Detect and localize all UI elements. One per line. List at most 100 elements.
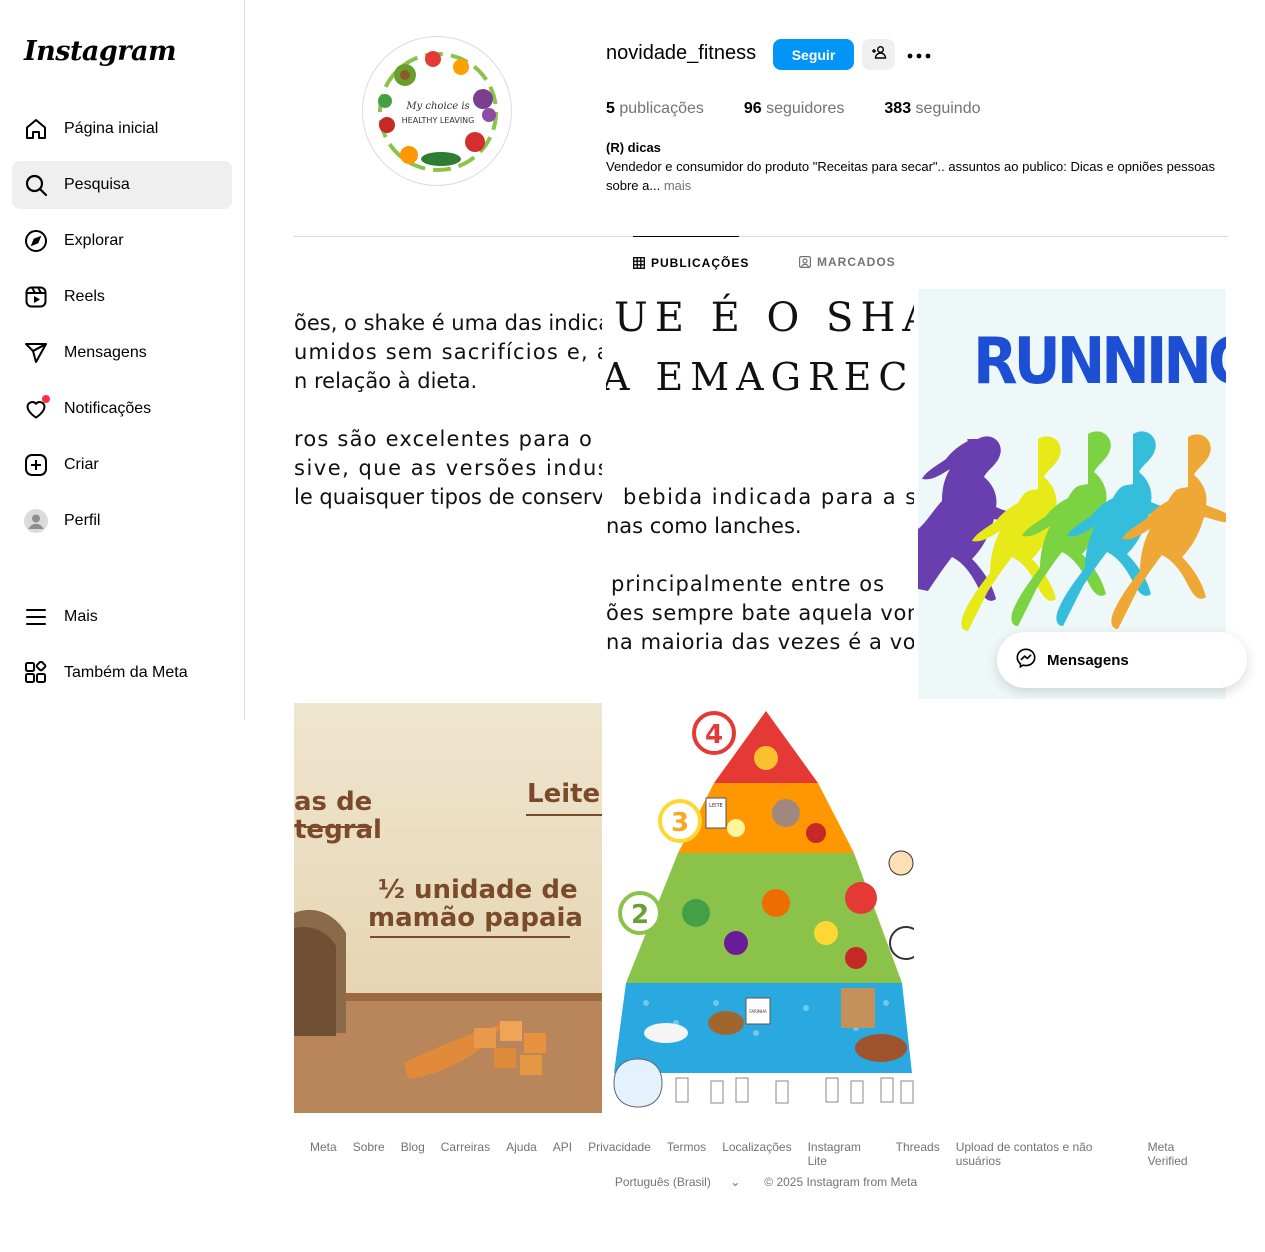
nav-label: Página inicial — [64, 120, 159, 137]
post-text-line: ões sempre bate aquela vont — [606, 601, 914, 625]
nav-search[interactable]: Pesquisa — [12, 161, 232, 209]
post-caption-line: UE É O SHA — [614, 295, 914, 341]
footer-link[interactable]: Blog — [401, 1140, 425, 1168]
pyramid-group-number: 3 — [671, 808, 689, 838]
nav-label: Perfil — [64, 512, 101, 529]
options-button[interactable] — [904, 39, 934, 70]
following-label: seguindo — [915, 100, 981, 117]
footer-link[interactable]: Localizações — [722, 1140, 791, 1168]
posts-label: publicações — [619, 100, 704, 117]
post-text-line: umidos sem sacrifícios e, ain — [294, 340, 602, 364]
footer-bottom: Português (Brasil) ⌄ © 2025 Instagram fr… — [302, 1175, 1222, 1189]
footer-link[interactable]: Meta — [310, 1140, 337, 1168]
profile-stats: 5 publicações 96 seguidores 383 seguindo — [606, 100, 1021, 118]
food-label: as de — [294, 787, 373, 817]
copyright: © 2025 Instagram from Meta — [764, 1175, 918, 1189]
nav-label: Reels — [64, 288, 105, 305]
profile-bio: Vendedor e consumidor do produto "Receit… — [606, 157, 1226, 195]
plus-square-icon — [24, 453, 48, 477]
footer-link[interactable]: Upload de contatos e não usuários — [956, 1140, 1132, 1168]
footer-link[interactable]: Meta Verified — [1148, 1140, 1214, 1168]
post-text-line: n relação à dieta. — [294, 369, 478, 393]
avatar-text-1: My choice is — [405, 101, 469, 112]
food-label: tegral — [294, 815, 382, 845]
suggested-users-button[interactable] — [862, 39, 895, 70]
post-text-line: le quaisquer tipos de conserva — [294, 485, 602, 509]
post-food-pyramid[interactable]: 4 3 2 LEITE FARINHA — [606, 703, 914, 1113]
footer-links: Meta Sobre Blog Carreiras Ajuda API Priv… — [302, 1140, 1222, 1168]
footer-link[interactable]: Threads — [896, 1140, 940, 1168]
nav-label: Explorar — [64, 232, 124, 249]
tab-posts[interactable]: PUBLICAÇÕES — [633, 236, 748, 288]
search-icon — [24, 173, 48, 197]
following-count: 383 — [884, 100, 912, 117]
footer-link[interactable]: Sobre — [353, 1140, 385, 1168]
heart-icon — [24, 395, 50, 421]
posts-stat: 5 publicações — [606, 100, 704, 118]
post-caption-line: A EMAGREC — [606, 355, 914, 399]
nav-more[interactable]: Mais — [12, 593, 232, 641]
post-breakfast[interactable]: as de tegral Leite ½ unidade de mamão pa… — [294, 703, 602, 1113]
nav-profile[interactable]: Perfil — [12, 497, 232, 545]
footer-link[interactable]: Privacidade — [588, 1140, 651, 1168]
profile-avatar[interactable]: My choice is HEALTHY LEAVING — [362, 36, 512, 186]
post-text-line: na maioria das vezes é a von — [606, 630, 914, 654]
messages-floating-button[interactable]: Mensagens — [997, 632, 1247, 688]
post-text-line: principalmente entre os — [611, 572, 886, 596]
avatar-icon — [24, 509, 48, 533]
nav-notifications[interactable]: Notificações — [12, 385, 232, 433]
footer-link[interactable]: Termos — [667, 1140, 706, 1168]
profile-full-name: (R) dicas — [606, 140, 661, 155]
chevron-down-icon: ⌄ — [730, 1175, 741, 1189]
home-icon — [24, 117, 48, 141]
footer-link[interactable]: API — [553, 1140, 572, 1168]
avatar-text-2: HEALTHY LEAVING — [402, 116, 475, 125]
nav-create[interactable]: Criar — [12, 441, 232, 489]
followers-stat[interactable]: 96 seguidores — [744, 100, 845, 118]
messages-label: Mensagens — [1047, 651, 1129, 669]
nav-home[interactable]: Página inicial — [12, 105, 232, 153]
messenger-icon — [1015, 647, 1037, 674]
post-text-line: nas como lanches. — [606, 514, 802, 538]
follow-button[interactable]: Seguir — [773, 39, 854, 70]
bio-more-link[interactable]: mais — [664, 178, 691, 193]
more-dots-icon — [907, 46, 931, 64]
nav-label: Criar — [64, 456, 99, 473]
tab-tagged[interactable]: MARCADOS — [799, 236, 896, 288]
food-label: Leite — [527, 779, 601, 809]
followers-label: seguidores — [766, 100, 845, 117]
profile-username[interactable]: novidade_fitness — [606, 42, 756, 65]
nav-also-from-meta[interactable]: Também da Meta — [12, 649, 232, 697]
compass-icon — [24, 229, 48, 253]
followers-count: 96 — [743, 100, 762, 117]
instagram-logo[interactable]: Instagram — [24, 36, 177, 67]
post-text-line: ões, o shake é uma das indicaç — [294, 311, 602, 335]
menu-icon — [24, 605, 48, 629]
nav-label: Notificações — [64, 400, 152, 417]
nav-label: Mais — [64, 608, 98, 625]
nav-label: Mensagens — [64, 344, 147, 361]
pyramid-label: LEITE — [709, 803, 723, 809]
tab-label: PUBLICAÇÕES — [651, 255, 750, 270]
pyramid-group-number: 2 — [631, 900, 649, 930]
notification-dot — [42, 395, 50, 403]
nav-label: Pesquisa — [64, 176, 130, 193]
pyramid-group-number: 4 — [705, 720, 723, 750]
footer-link[interactable]: Carreiras — [441, 1140, 490, 1168]
post-shake-text[interactable]: ões, o shake é uma das indicaç umidos se… — [294, 289, 602, 699]
post-shake-title[interactable]: UE É O SHA A EMAGREC bebida indicada par… — [606, 289, 914, 699]
following-stat[interactable]: 383 seguindo — [884, 100, 980, 118]
meta-apps-icon — [24, 661, 48, 685]
post-text-line: sive, que as versões indust — [294, 456, 602, 480]
sidebar: Instagram Página inicial Pesquisa Explor… — [0, 0, 245, 720]
reels-icon — [24, 285, 48, 309]
post-text-line: bebida indicada para a su — [623, 485, 914, 509]
footer-link[interactable]: Instagram Lite — [808, 1140, 880, 1168]
language-selector[interactable]: Português (Brasil) ⌄ — [607, 1175, 748, 1189]
grid-icon — [633, 256, 645, 269]
nav-messages[interactable]: Mensagens — [12, 329, 232, 377]
nav-explore[interactable]: Explorar — [12, 217, 232, 265]
pyramid-label: FARINHA — [749, 1009, 767, 1014]
footer-link[interactable]: Ajuda — [506, 1140, 537, 1168]
nav-reels[interactable]: Reels — [12, 273, 232, 321]
